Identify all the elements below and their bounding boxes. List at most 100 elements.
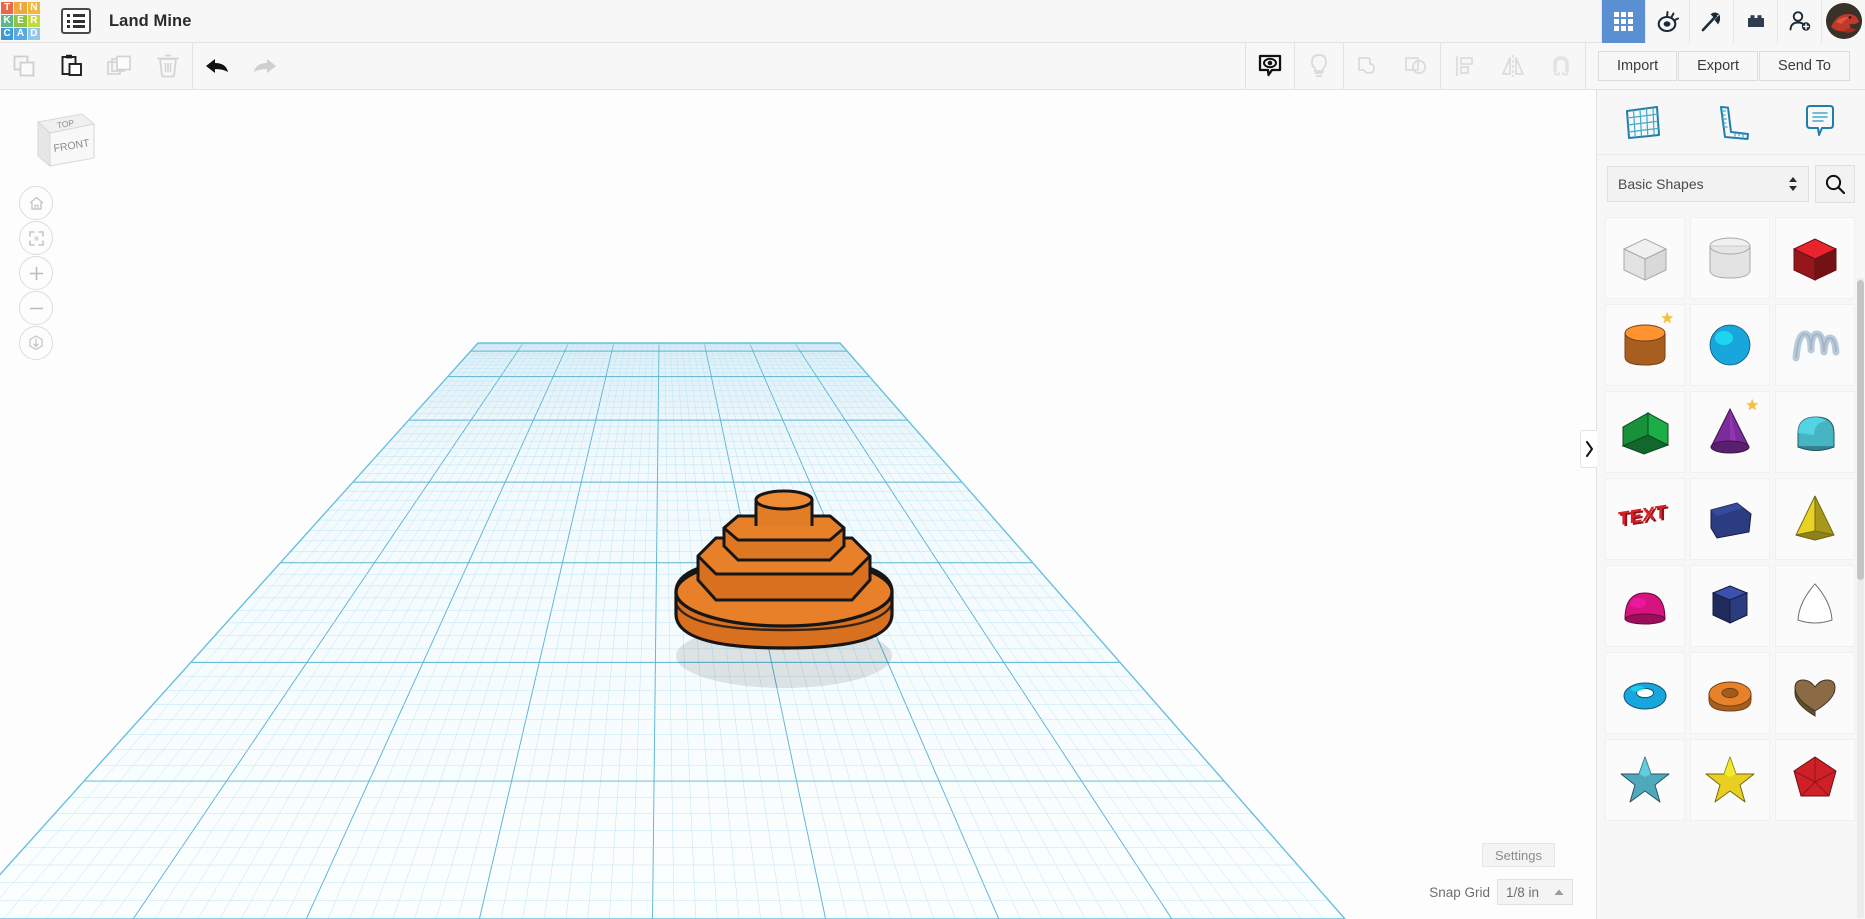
zoom-in-button[interactable] xyxy=(19,256,53,290)
shape-cylinder[interactable]: ★ xyxy=(1605,304,1685,386)
3d-canvas[interactable]: TOP FRONT xyxy=(0,90,1596,919)
group-button[interactable] xyxy=(1344,43,1392,90)
home-view-button[interactable] xyxy=(19,186,53,220)
grid-9-icon xyxy=(1614,11,1633,31)
zoom-out-button[interactable] xyxy=(19,291,53,325)
logo-tile-k-3: K xyxy=(1,14,14,28)
pickaxe-icon xyxy=(1701,12,1720,32)
codeblocks-icon xyxy=(1657,11,1679,33)
shape-search-button[interactable] xyxy=(1815,165,1855,203)
align-button[interactable] xyxy=(1441,43,1489,90)
logo-tile-a-7: A xyxy=(14,28,27,41)
export-button[interactable]: Export xyxy=(1678,51,1759,81)
tab-ruler[interactable] xyxy=(1686,102,1775,142)
top-bar-actions xyxy=(1601,0,1865,43)
avatar[interactable] xyxy=(1821,0,1865,43)
dashboard-grid-button[interactable] xyxy=(1601,0,1645,43)
tab-workplane[interactable] xyxy=(1597,102,1686,142)
avatar-image xyxy=(1825,3,1862,39)
snap-grid-select[interactable]: 1/8 in xyxy=(1497,879,1573,905)
tab-notes[interactable] xyxy=(1776,102,1865,142)
ungroup-shapes-icon xyxy=(1405,57,1427,75)
top-bar: TINKERCAD Land Mine xyxy=(0,0,1865,43)
minus-icon xyxy=(29,307,43,309)
shape-roof[interactable] xyxy=(1775,391,1855,473)
shape-text[interactable]: TEXT TEXT xyxy=(1605,478,1685,560)
blocks-button[interactable] xyxy=(1733,0,1777,43)
star-badge-icon: ★ xyxy=(1745,397,1759,414)
shape-heart[interactable] xyxy=(1775,652,1855,734)
chevron-right-icon xyxy=(1585,441,1593,457)
snap-grid-control: Snap Grid 1/8 in xyxy=(1429,879,1573,905)
land-mine-model[interactable] xyxy=(632,488,932,718)
shape-torus[interactable] xyxy=(1605,652,1685,734)
logo-tile-c-6: C xyxy=(1,28,14,41)
snap-magnet-button[interactable] xyxy=(1537,43,1585,90)
view-cube[interactable]: TOP FRONT xyxy=(22,102,98,174)
ortho-perspective-button[interactable] xyxy=(19,326,53,360)
redo-button[interactable] xyxy=(241,43,289,90)
undo-arrow-icon xyxy=(206,59,228,73)
shape-tube[interactable] xyxy=(1690,652,1770,734)
minecraft-button[interactable] xyxy=(1689,0,1733,43)
lego-brick-icon xyxy=(1747,15,1764,27)
caret-up-icon xyxy=(1554,889,1564,895)
shapes-scrollbar-thumb[interactable] xyxy=(1857,280,1864,580)
shape-category-select[interactable]: Basic Shapes xyxy=(1607,166,1809,202)
fit-view-button[interactable] xyxy=(19,221,53,255)
import-button[interactable]: Import xyxy=(1598,51,1678,81)
page-title: Land Mine xyxy=(109,11,192,30)
shape-star-thin[interactable] xyxy=(1605,739,1685,821)
undo-button[interactable] xyxy=(193,43,241,90)
chevron-updown-icon xyxy=(1789,177,1797,191)
tinkercad-logo[interactable]: TINKERCAD xyxy=(0,1,41,42)
panel-tabs xyxy=(1597,90,1865,155)
snap-grid-value: 1/8 in xyxy=(1506,884,1540,900)
search-icon xyxy=(1825,174,1846,195)
delete-button[interactable] xyxy=(144,43,192,90)
shape-polygon-prism[interactable] xyxy=(1690,478,1770,560)
plus-icon xyxy=(29,266,43,280)
invite-button[interactable] xyxy=(1777,0,1821,43)
show-hide-button[interactable] xyxy=(1246,43,1294,90)
shape-box[interactable] xyxy=(1775,217,1855,299)
codeblocks-button[interactable] xyxy=(1645,0,1689,43)
shape-wedge[interactable] xyxy=(1605,391,1685,473)
shape-paraboloid[interactable] xyxy=(1775,565,1855,647)
shape-cylinder-hole[interactable] xyxy=(1690,217,1770,299)
send-to-button[interactable]: Send To xyxy=(1759,51,1850,81)
home-icon xyxy=(29,196,43,210)
ungroup-button[interactable] xyxy=(1392,43,1440,90)
shape-half-sphere[interactable] xyxy=(1605,565,1685,647)
snap-grid-label: Snap Grid xyxy=(1429,884,1490,900)
fit-brackets-icon xyxy=(28,230,44,246)
paste-button[interactable] xyxy=(48,43,96,90)
shapes-grid: ★ ★ TEXT TEXT xyxy=(1601,213,1861,825)
light-button[interactable] xyxy=(1295,43,1343,90)
shape-star-thick[interactable] xyxy=(1690,739,1770,821)
eye-bubble-icon xyxy=(1258,54,1282,77)
file-actions: Import Export Send To xyxy=(1586,51,1865,81)
shape-box-hole[interactable] xyxy=(1605,217,1685,299)
shapes-list[interactable]: ★ ★ TEXT TEXT xyxy=(1597,213,1865,919)
logo-tile-n-2: N xyxy=(27,1,40,14)
star-badge-icon: ★ xyxy=(1660,310,1674,327)
trash-icon xyxy=(157,54,179,78)
list-view-icon[interactable] xyxy=(61,8,91,34)
mirror-button[interactable] xyxy=(1489,43,1537,90)
shape-polyhedron[interactable] xyxy=(1775,739,1855,821)
shape-hexagon-prism[interactable] xyxy=(1690,565,1770,647)
copy-button[interactable] xyxy=(0,43,48,90)
workplane-grid-icon xyxy=(1625,106,1660,139)
shape-cone[interactable]: ★ xyxy=(1690,391,1770,473)
shape-scribble[interactable] xyxy=(1775,304,1855,386)
duplicate-button[interactable] xyxy=(96,43,144,90)
cube-arrow-icon xyxy=(29,335,43,351)
settings-button[interactable]: Settings xyxy=(1482,843,1555,867)
shape-pyramid[interactable] xyxy=(1775,478,1855,560)
logo-tile-d-8: D xyxy=(27,28,40,41)
panel-collapse-button[interactable] xyxy=(1580,430,1597,468)
shape-sphere[interactable] xyxy=(1690,304,1770,386)
note-bubble-icon xyxy=(1806,105,1835,136)
tinkercad-app: TINKERCAD Land Mine Import Export Send T… xyxy=(0,0,1865,919)
